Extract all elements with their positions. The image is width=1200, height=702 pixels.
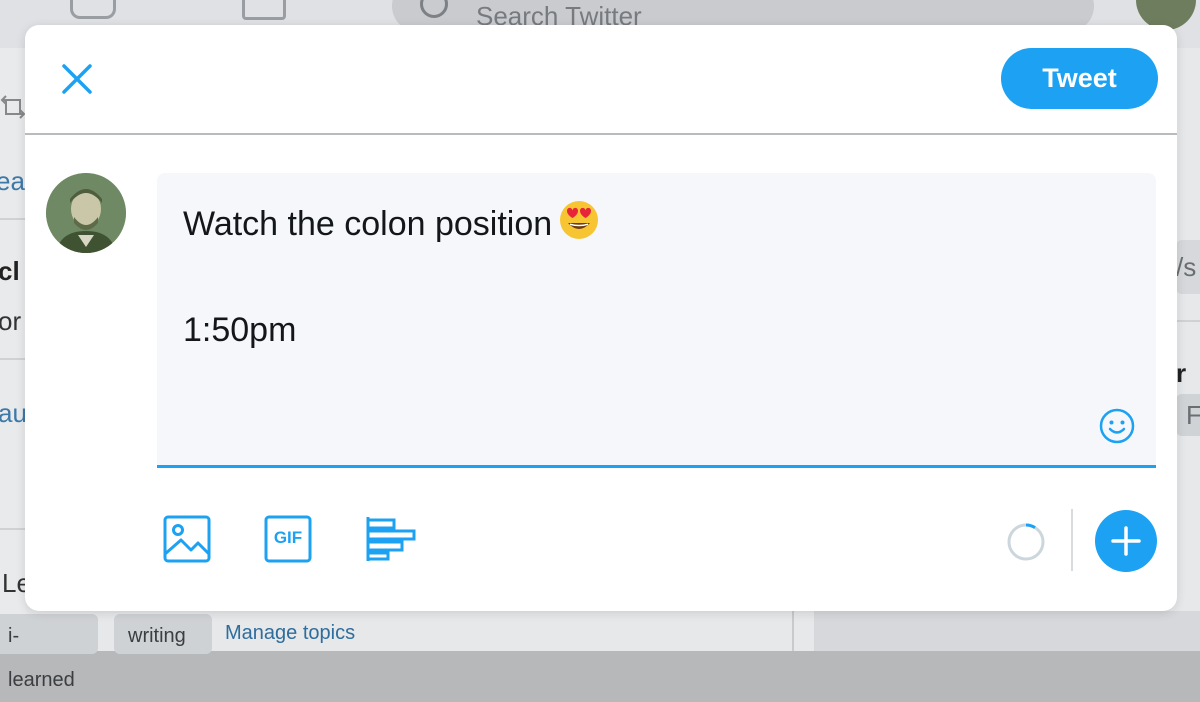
retweet-icon xyxy=(0,95,26,119)
close-button[interactable] xyxy=(57,59,97,99)
mail-icon[interactable] xyxy=(242,0,286,20)
manage-topics-link[interactable]: Manage topics xyxy=(225,622,355,645)
user-photo xyxy=(46,173,126,253)
right-column xyxy=(1176,48,1200,651)
bg-text-fragment: au xyxy=(0,398,27,428)
modal-header: Tweet xyxy=(25,25,1177,135)
tweet-text-area[interactable]: Watch the colon position 1:50pm xyxy=(157,173,1156,468)
bg-text-fragment: F xyxy=(1186,400,1200,430)
topic-chip[interactable]: i-learned xyxy=(0,614,98,691)
bg-text-fragment: or xyxy=(0,306,22,336)
add-tweet-button[interactable] xyxy=(1095,510,1157,572)
plus-icon xyxy=(1111,526,1141,556)
divider xyxy=(792,611,794,651)
divider xyxy=(1176,320,1200,322)
topic-chip-label: writing xyxy=(128,625,186,647)
divider xyxy=(0,358,26,360)
image-icon xyxy=(163,515,211,563)
heart-eyes-emoji-icon xyxy=(558,199,600,255)
add-gif-button[interactable]: GIF xyxy=(263,514,313,564)
compose-tweet-modal: Tweet Watch the colon position 1:50pm GI… xyxy=(25,25,1177,611)
divider xyxy=(0,218,26,220)
tweet-text-line-1: Watch the colon position xyxy=(183,205,553,243)
tweet-button[interactable]: Tweet xyxy=(1001,48,1158,109)
topic-chip[interactable]: writing xyxy=(114,614,212,654)
bg-panel xyxy=(814,611,1200,651)
emoji-picker-button[interactable] xyxy=(1098,407,1136,445)
bg-text-fragment: /s xyxy=(1176,252,1197,282)
avatar[interactable] xyxy=(46,173,126,253)
left-column xyxy=(0,48,26,651)
bg-text-fragment: ea xyxy=(0,166,25,196)
divider xyxy=(0,528,26,530)
toolbar-divider xyxy=(1071,509,1073,571)
bell-icon[interactable] xyxy=(70,0,116,19)
character-count-ring xyxy=(1007,523,1045,561)
close-icon xyxy=(62,64,92,94)
gif-label: GIF xyxy=(273,528,303,547)
bg-text-fragment: cl xyxy=(0,256,20,286)
poll-icon xyxy=(366,517,416,561)
tweet-text[interactable]: Watch the colon position 1:50pm xyxy=(183,199,1083,355)
bg-text-fragment: r xyxy=(1176,358,1187,388)
smiley-icon xyxy=(1099,408,1135,444)
add-poll-button[interactable] xyxy=(365,514,419,569)
add-media-button[interactable] xyxy=(162,514,212,569)
tweet-text-line-2: 1:50pm xyxy=(183,311,297,349)
topic-chip-label: i-learned xyxy=(8,625,75,691)
